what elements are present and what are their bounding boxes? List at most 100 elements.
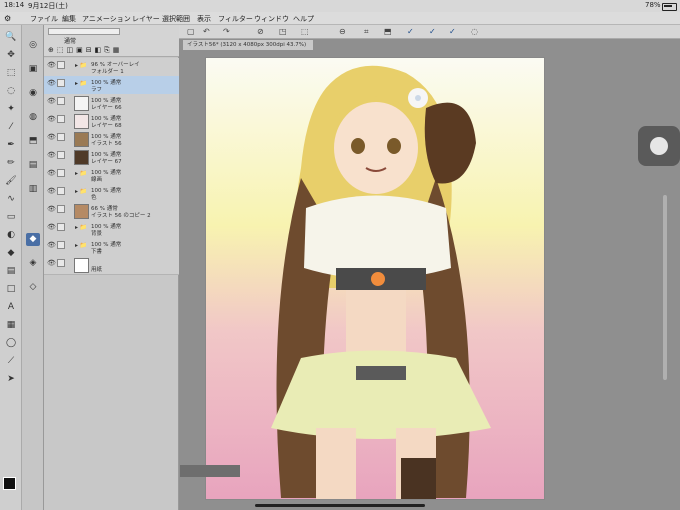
brush-size-1-icon[interactable]: ✓ xyxy=(407,27,414,36)
visibility-eye-icon[interactable]: 👁 xyxy=(47,151,56,159)
airbrush-icon[interactable]: ∿ xyxy=(3,193,19,206)
menu-file[interactable]: ファイル xyxy=(30,14,58,24)
menu-animation[interactable]: アニメーション xyxy=(82,14,131,24)
layer-row[interactable]: 👁 用紙 xyxy=(44,256,179,275)
visibility-eye-icon[interactable]: 👁 xyxy=(47,241,56,249)
fill-command-icon[interactable]: ◳ xyxy=(279,27,287,36)
subtool-7-icon[interactable]: ▥ xyxy=(26,183,40,196)
subtool-1-icon[interactable]: ◎ xyxy=(26,39,40,52)
visibility-eye-icon[interactable]: 👁 xyxy=(47,61,56,69)
main-color-swatch[interactable] xyxy=(3,477,16,490)
selection-icon[interactable]: ⬒ xyxy=(384,27,392,36)
visibility-eye-icon[interactable]: 👁 xyxy=(47,223,56,231)
layer-checkbox[interactable] xyxy=(57,259,65,267)
visibility-eye-icon[interactable]: 👁 xyxy=(47,259,56,267)
layer-checkbox[interactable] xyxy=(57,205,65,213)
artwork-canvas[interactable] xyxy=(205,57,545,500)
app-menu-icon[interactable]: ⚙ xyxy=(4,14,11,23)
brush-size-3-icon[interactable]: ✓ xyxy=(449,27,456,36)
layer-row[interactable]: 👁 100 % 通常 イラスト 56 xyxy=(44,130,179,149)
layer-checkbox[interactable] xyxy=(57,79,65,87)
pen-icon[interactable]: ✒ xyxy=(3,139,19,152)
visibility-eye-icon[interactable]: 👁 xyxy=(47,133,56,141)
crop-icon[interactable]: ⌗ xyxy=(364,27,369,37)
layer-row[interactable]: 👁 ▸ 📁 100 % 通常 背景 xyxy=(44,220,179,239)
fill-icon[interactable]: ◆ xyxy=(3,247,19,260)
layer-action-icons[interactable]: ⊕⬚◫▣⊟◧⎘▦ xyxy=(48,46,122,55)
menu-help[interactable]: ヘルプ xyxy=(293,14,314,24)
layer-row[interactable]: 👁 66 % 通常 イラスト 56 のコピー 2 xyxy=(44,202,179,221)
menu-edit[interactable]: 編集 xyxy=(62,14,76,24)
gradient-icon[interactable]: ▤ xyxy=(3,265,19,278)
visibility-eye-icon[interactable]: 👁 xyxy=(47,169,56,177)
layer-panel: 通常 ⊕⬚◫▣⊟◧⎘▦ 👁 ▸ 📁 96 % オーバーレイ フォルダー 1 👁 ▸ 📁 10… xyxy=(44,25,179,510)
zoom-icon[interactable]: 🔍 xyxy=(3,31,19,44)
undo-icon[interactable]: ↶ xyxy=(203,27,210,36)
visibility-eye-icon[interactable]: 👁 xyxy=(47,79,56,87)
modifier-key-button[interactable] xyxy=(638,126,680,166)
layer-row[interactable]: 👁 100 % 通常 レイヤー 67 xyxy=(44,148,179,167)
deselect-icon[interactable]: ⊖ xyxy=(339,27,346,36)
brush-icon[interactable]: 🖌 xyxy=(3,175,19,188)
frame-icon[interactable]: ▦ xyxy=(3,319,19,332)
subtool-3-icon[interactable]: ◉ xyxy=(26,87,40,100)
subtool-2-icon[interactable]: ▣ xyxy=(26,63,40,76)
layer-checkbox[interactable] xyxy=(57,241,65,249)
menu-selection[interactable]: 選択範囲 xyxy=(162,14,190,24)
layer-checkbox[interactable] xyxy=(57,169,65,177)
new-icon[interactable]: ▢ xyxy=(187,27,195,36)
move-icon[interactable]: ✥ xyxy=(3,49,19,62)
layer-row[interactable]: 👁 ▸ 📁 100 % 通常 下書 xyxy=(44,238,179,257)
lasso-icon[interactable]: ◌ xyxy=(3,85,19,98)
layer-checkbox[interactable] xyxy=(57,187,65,195)
subtool-9-icon[interactable]: ◈ xyxy=(26,257,40,270)
layer-row[interactable]: 👁 100 % 通常 レイヤー 68 xyxy=(44,112,179,131)
subtool-10-icon[interactable]: ◇ xyxy=(26,281,40,294)
select-icon[interactable]: ⬚ xyxy=(3,67,19,80)
blend-icon[interactable]: ◐ xyxy=(3,229,19,242)
document-tab[interactable]: イラスト56* (3120 x 4080px 300dpi 43.7%) xyxy=(183,40,313,50)
figure-icon[interactable]: □ xyxy=(3,283,19,296)
layer-checkbox[interactable] xyxy=(57,115,65,123)
layer-row[interactable]: 👁 ▸ 📁 100 % 通常 線画 xyxy=(44,166,179,185)
visibility-eye-icon[interactable]: 👁 xyxy=(47,97,56,105)
subtool-4-icon[interactable]: ◍ xyxy=(26,111,40,124)
opacity-slider[interactable] xyxy=(48,28,120,35)
subtool-5-icon[interactable]: ⬒ xyxy=(26,135,40,148)
balloon-icon[interactable]: ◯ xyxy=(3,337,19,350)
menu-view[interactable]: 表示 xyxy=(197,14,211,24)
eraser-icon[interactable]: ▭ xyxy=(3,211,19,224)
wand-icon[interactable]: ✦ xyxy=(3,103,19,116)
horizontal-scrollbar[interactable] xyxy=(180,465,240,477)
subtool-selected-icon[interactable]: ◆ xyxy=(26,233,40,246)
brush-size-2-icon[interactable]: ✓ xyxy=(429,27,436,36)
text-icon[interactable]: A xyxy=(3,301,19,314)
operation-icon[interactable]: ➤ xyxy=(3,373,19,386)
transform-icon[interactable]: ⬚ xyxy=(301,27,309,36)
layer-name: ラフ xyxy=(91,87,103,93)
layer-checkbox[interactable] xyxy=(57,223,65,231)
pencil-icon[interactable]: ✏ xyxy=(3,157,19,170)
layer-row[interactable]: 👁 ▸ 📁 96 % オーバーレイ フォルダー 1 xyxy=(44,58,179,77)
layer-checkbox[interactable] xyxy=(57,151,65,159)
blend-mode-select[interactable]: 通常 xyxy=(64,36,76,45)
visibility-eye-icon[interactable]: 👁 xyxy=(47,115,56,123)
layer-checkbox[interactable] xyxy=(57,61,65,69)
redo-icon[interactable]: ↷ xyxy=(223,27,230,36)
vertical-scrollbar[interactable] xyxy=(663,195,667,380)
menu-layer[interactable]: レイヤー xyxy=(132,14,160,24)
menu-window[interactable]: ウィンドウ xyxy=(254,14,289,24)
menu-filter[interactable]: フィルター xyxy=(218,14,253,24)
layer-row[interactable]: 👁 ▸ 📁 100 % 通常色 xyxy=(44,184,179,203)
clear-icon[interactable]: ⊘ xyxy=(257,27,264,36)
visibility-eye-icon[interactable]: 👁 xyxy=(47,205,56,213)
layer-checkbox[interactable] xyxy=(57,133,65,141)
layer-row[interactable]: 👁 ▸ 📁 100 % 通常 ラフ xyxy=(44,76,179,95)
ruler-icon[interactable]: ⟋ xyxy=(3,355,19,368)
layer-checkbox[interactable] xyxy=(57,97,65,105)
layer-row[interactable]: 👁 100 % 通常 レイヤー 66 xyxy=(44,94,179,113)
subtool-6-icon[interactable]: ▤ xyxy=(26,159,40,172)
eyedropper-icon[interactable]: ⁄ xyxy=(3,121,19,134)
lasso-command-icon[interactable]: ◌ xyxy=(471,27,478,36)
visibility-eye-icon[interactable]: 👁 xyxy=(47,187,56,195)
